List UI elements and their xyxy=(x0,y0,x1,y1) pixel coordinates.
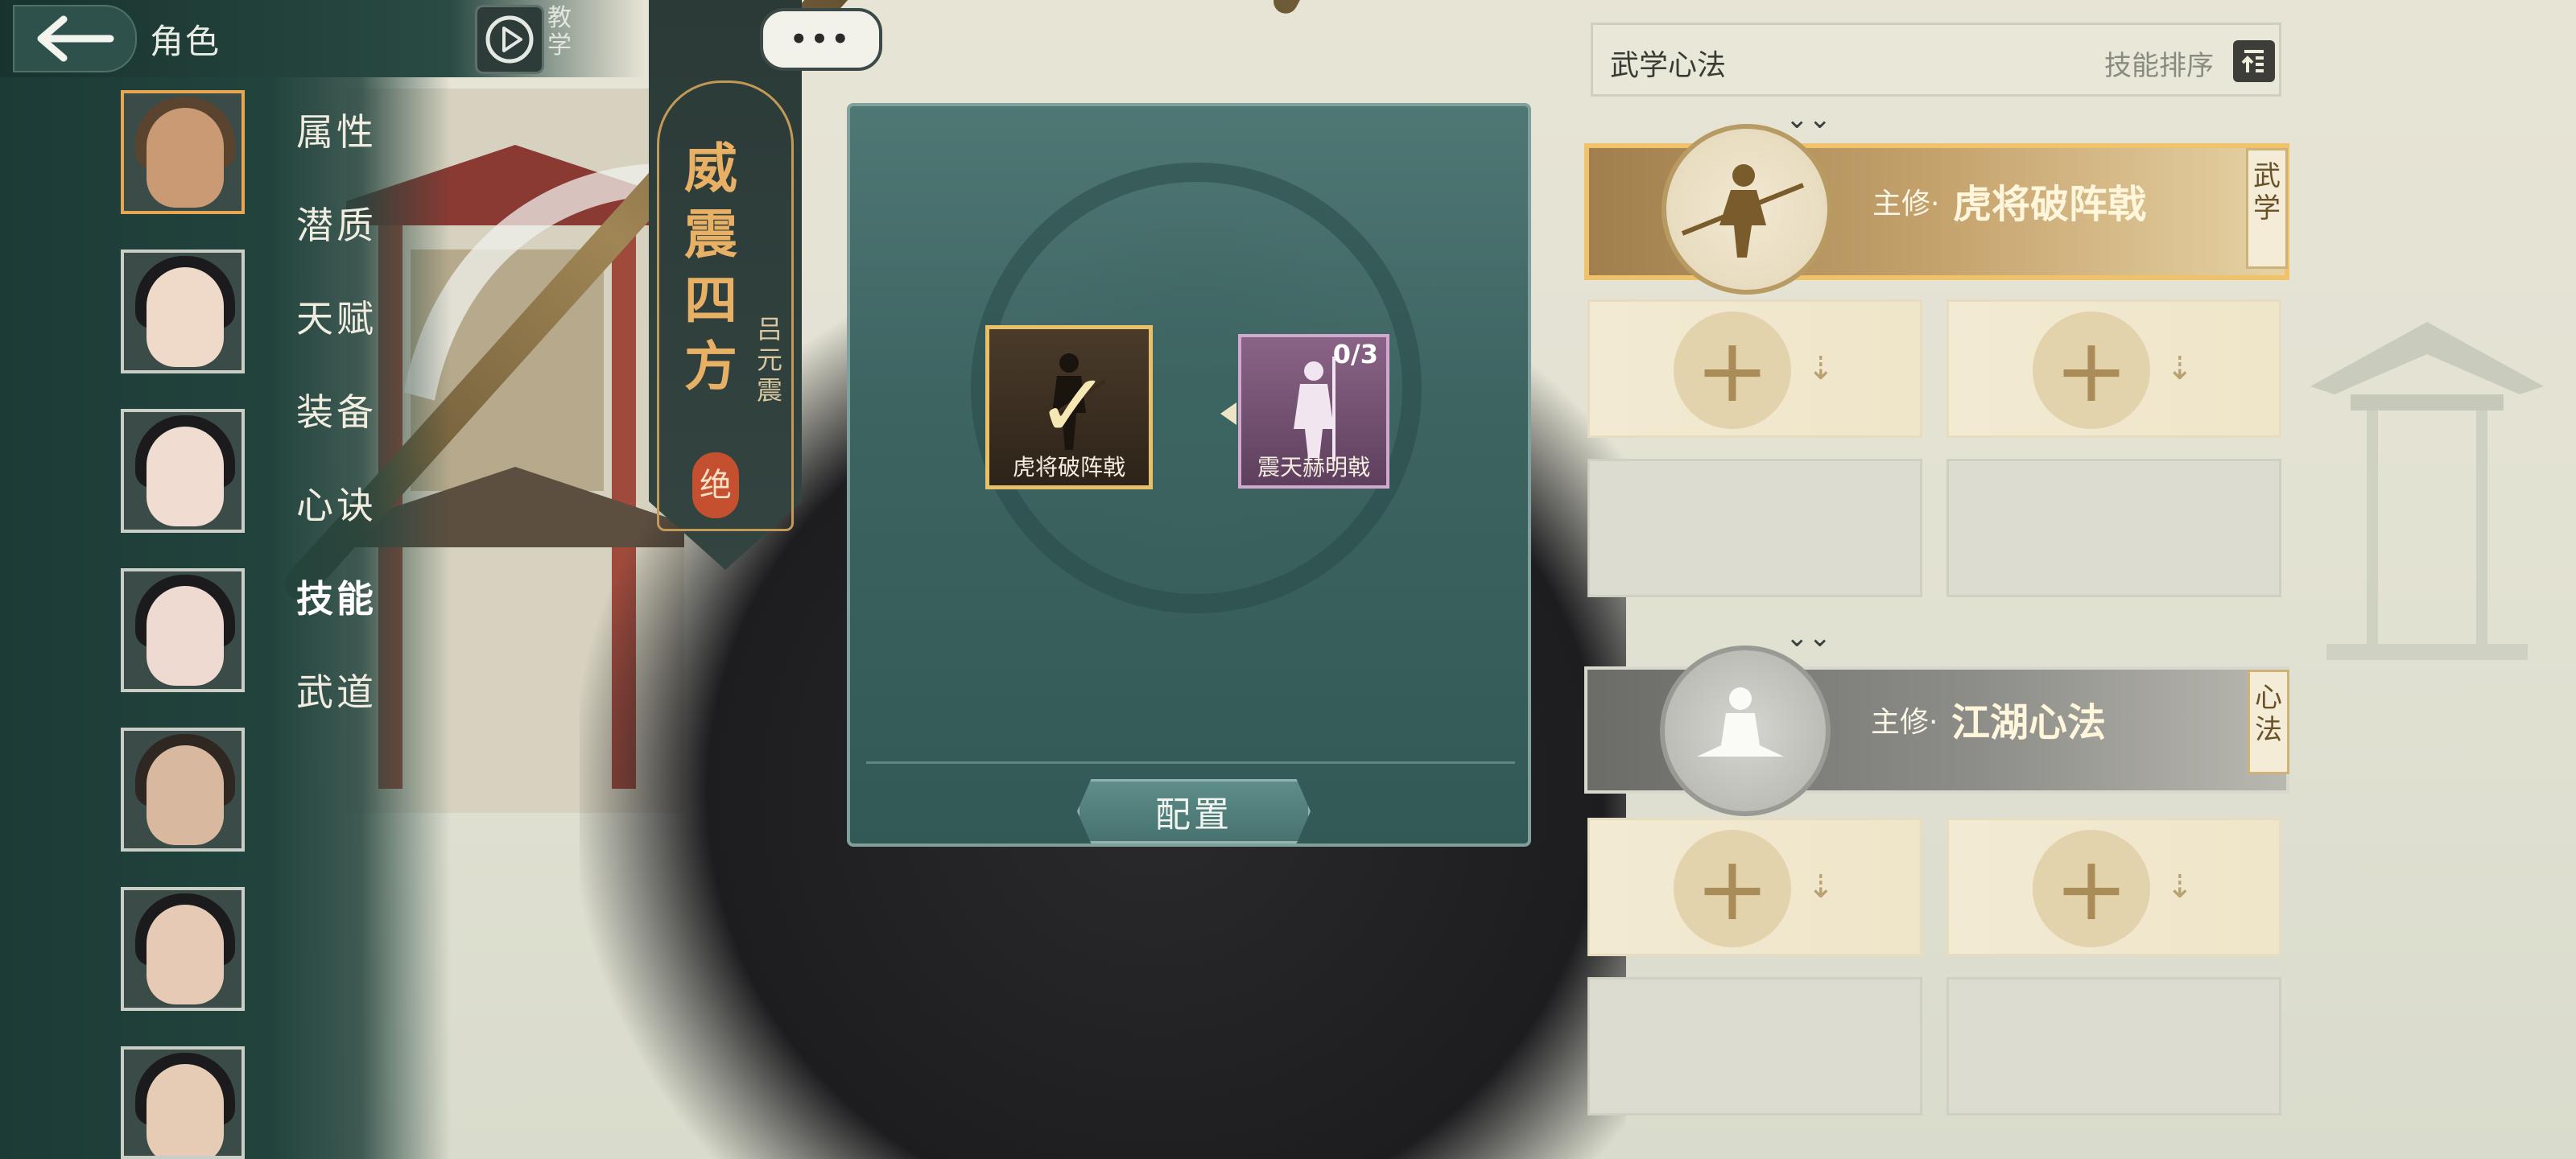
menu-item-attributes[interactable]: 属性 xyxy=(296,103,377,156)
back-arrow-icon xyxy=(37,15,114,62)
grade-seal: 绝 xyxy=(692,452,739,518)
locked-martial-slot-2 xyxy=(1946,459,2281,597)
plus-icon: + xyxy=(1674,311,1791,429)
character-avatar-1[interactable] xyxy=(121,90,245,214)
arrow-left-icon xyxy=(1220,402,1236,425)
section-title: 武学心法 xyxy=(1610,49,1727,82)
slot-category-tag: 心法 xyxy=(2248,670,2289,774)
meditation-emblem-icon xyxy=(1660,645,1831,816)
checkmark-icon: ✓ xyxy=(1036,354,1111,457)
locked-mind-slot-2 xyxy=(1946,977,2281,1116)
menu-item-talent[interactable]: 天赋 xyxy=(296,290,377,343)
arrow-decoration-icon: ⇣ xyxy=(2166,350,2194,387)
arrow-decoration-icon: ⇣ xyxy=(1807,350,1835,387)
character-avatar-3[interactable] xyxy=(121,409,245,533)
page-title: 角色 xyxy=(150,22,221,61)
plus-icon: + xyxy=(2033,830,2150,947)
tutorial-button[interactable] xyxy=(475,5,544,74)
character-avatar-5[interactable] xyxy=(121,728,245,852)
empty-mind-slot-2[interactable]: + ⇣ xyxy=(1946,818,2281,956)
sort-label[interactable]: 技能排序 xyxy=(2104,43,2214,83)
character-avatar-6[interactable] xyxy=(121,887,245,1011)
locked-martial-slot-1 xyxy=(1587,459,1922,597)
warrior-silhouette-icon xyxy=(1294,357,1335,461)
character-avatar-4[interactable] xyxy=(121,568,245,692)
slot-prefix: 主修· xyxy=(1871,706,1938,739)
plus-icon: + xyxy=(2033,311,2150,429)
empty-mind-slot-1[interactable]: + ⇣ xyxy=(1587,818,1922,956)
configure-button[interactable]: 配置 xyxy=(1077,779,1311,843)
back-button[interactable] xyxy=(13,5,137,72)
skill-config-popup: ✓ 虎将破阵戟 0/3 震天赫明戟 配置 xyxy=(847,103,1531,847)
arrow-decoration-icon: ⇣ xyxy=(2166,868,2194,905)
pavilion-illustration xyxy=(2310,322,2544,660)
menu-item-skills[interactable]: 技能 xyxy=(296,570,377,623)
tutorial-label: 教学 xyxy=(547,4,572,60)
more-options-button[interactable]: ••• xyxy=(760,8,882,71)
character-name: 吕元震 xyxy=(757,314,783,406)
main-martial-slot[interactable]: 主修· 虎将破阵戟 武学 xyxy=(1584,124,2289,295)
play-icon xyxy=(485,15,534,64)
skill-name: 虎将破阵戟 xyxy=(1012,454,1125,481)
skill-name: 震天赫明戟 xyxy=(1257,454,1370,481)
empty-martial-slot-2[interactable]: + ⇣ xyxy=(1946,299,2281,438)
slot-prefix: 主修· xyxy=(1872,188,1940,221)
slot-skill-name: 江湖心法 xyxy=(1951,700,2107,745)
character-avatar-7[interactable] xyxy=(121,1046,245,1159)
character-avatar-2[interactable] xyxy=(121,250,245,373)
bird-decoration-icon: ⌄⌄ xyxy=(1785,621,1831,654)
divider xyxy=(866,761,1515,764)
slot-skill-name: 虎将破阵戟 xyxy=(1953,182,2147,227)
menu-item-potential[interactable]: 潜质 xyxy=(296,196,377,250)
menu-item-equipment[interactable]: 装备 xyxy=(296,383,377,436)
skill-card-locked[interactable]: 0/3 震天赫明戟 xyxy=(1238,334,1389,489)
menu-item-mind-secret[interactable]: 心诀 xyxy=(296,476,377,530)
slot-category-tag: 武学 xyxy=(2246,148,2288,269)
sort-icon[interactable] xyxy=(2233,40,2275,82)
empty-martial-slot-1[interactable]: + ⇣ xyxy=(1587,299,1922,438)
character-epithet: 威震四方 xyxy=(684,137,737,398)
arrow-decoration-icon: ⇣ xyxy=(1807,868,1835,905)
locked-mind-slot-1 xyxy=(1587,977,1922,1116)
menu-item-martial-way[interactable]: 武道 xyxy=(296,663,377,716)
warrior-emblem-icon xyxy=(1662,124,1832,295)
plus-icon: + xyxy=(1674,830,1791,947)
skill-card-selected[interactable]: ✓ 虎将破阵戟 xyxy=(985,325,1153,489)
main-mind-slot[interactable]: 主修· 江湖心法 心法 xyxy=(1584,645,2289,816)
